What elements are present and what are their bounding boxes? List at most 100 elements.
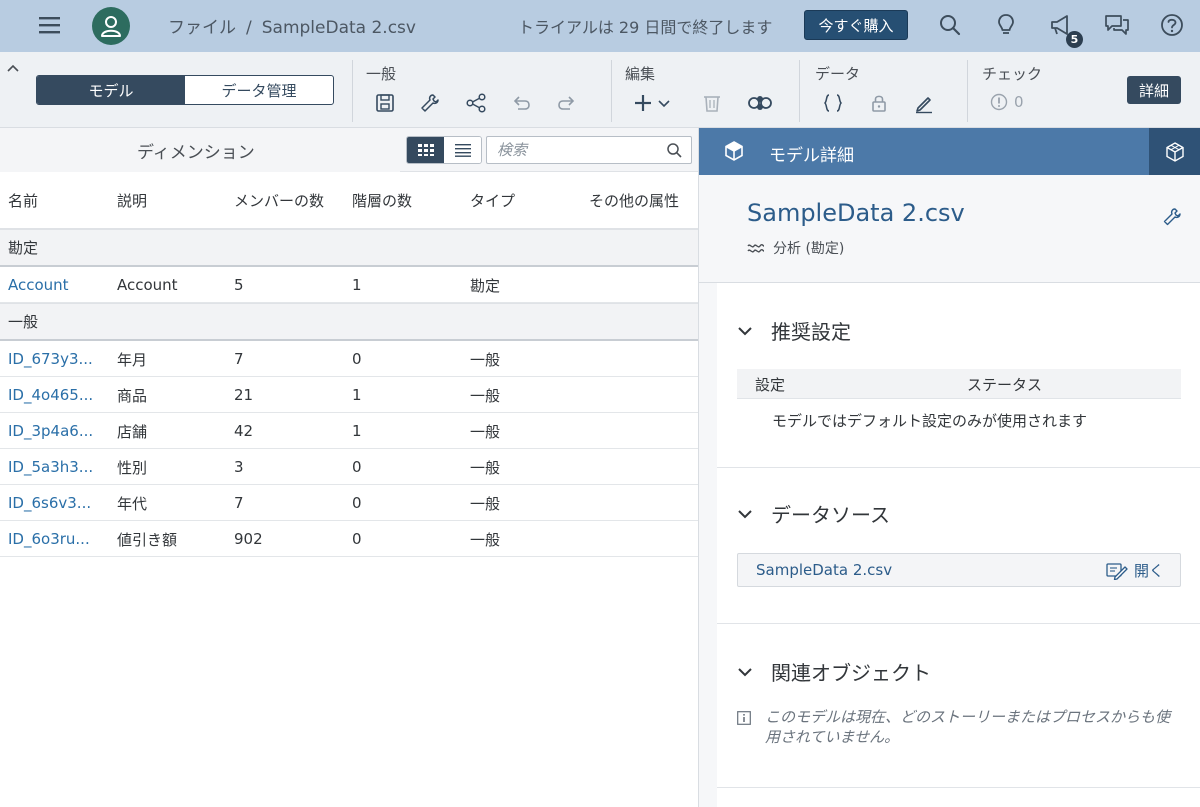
- chat-icon[interactable]: [1104, 12, 1130, 38]
- section-title: 関連オブジェクト: [771, 661, 931, 685]
- pencil-icon[interactable]: [913, 92, 935, 114]
- dimension-name-link[interactable]: ID_4o465...: [8, 377, 93, 413]
- help-icon[interactable]: [1159, 12, 1185, 38]
- dimension-description: 値引き額: [117, 530, 178, 549]
- table-row[interactable]: ID_673y3... 年月 7 0 一般: [0, 341, 698, 377]
- dimension-type: 一般: [470, 530, 501, 549]
- save-icon[interactable]: [374, 92, 396, 114]
- col-header-setting: 設定: [755, 376, 786, 394]
- dimension-type: 一般: [470, 458, 501, 477]
- dimension-type: 勘定: [470, 276, 501, 295]
- section-divider: [717, 467, 1200, 468]
- table-header: 名前 説明 メンバーの数 階層の数 タイプ その他の属性: [0, 172, 698, 229]
- trash-icon[interactable]: [701, 92, 723, 114]
- dimension-name-link[interactable]: ID_3p4a6...: [8, 413, 93, 449]
- search-icon[interactable]: [937, 12, 963, 38]
- wrench-icon[interactable]: [1162, 207, 1182, 227]
- breadcrumb-file: SampleData 2.csv: [261, 18, 416, 38]
- grid-view-button[interactable]: [407, 137, 444, 163]
- settings-table-header: 設定 ステータス: [737, 369, 1181, 399]
- menu-icon[interactable]: [38, 14, 62, 36]
- dimension-type: 一般: [470, 386, 501, 405]
- tab-data-management[interactable]: データ管理: [185, 76, 333, 104]
- dimension-description: Account: [117, 276, 178, 294]
- table-row[interactable]: Account Account 5 1 勘定: [0, 267, 698, 303]
- warning-circle-icon: [990, 93, 1008, 111]
- toolbar-divider: [799, 60, 800, 122]
- visualize-icon[interactable]: [746, 92, 774, 114]
- breadcrumb-root[interactable]: ファイル: [168, 18, 236, 38]
- member-count: 7: [234, 350, 244, 368]
- col-header-members[interactable]: メンバーの数: [234, 172, 334, 229]
- dimension-description: 年代: [117, 494, 148, 513]
- search-input[interactable]: [487, 137, 657, 163]
- details-button[interactable]: 詳細: [1127, 76, 1181, 104]
- section-related-objects[interactable]: 関連オブジェクト: [737, 657, 931, 686]
- breadcrumb: ファイル / SampleData 2.csv: [168, 13, 416, 38]
- share-icon[interactable]: [465, 92, 487, 114]
- lock-icon[interactable]: [868, 92, 890, 114]
- member-count: 21: [234, 386, 254, 404]
- buy-now-button[interactable]: 今すぐ購入: [804, 10, 908, 40]
- lightbulb-icon[interactable]: [993, 12, 1019, 38]
- dimension-name-link[interactable]: ID_6o3ru...: [8, 521, 90, 557]
- section-recommended-settings[interactable]: 推奨設定: [737, 316, 851, 345]
- col-header-levels[interactable]: 階層の数: [352, 172, 412, 229]
- toolbar-divider: [352, 60, 353, 122]
- dimension-name-link[interactable]: ID_6s6v3...: [8, 485, 91, 521]
- grid-view-icon: [417, 144, 434, 156]
- chevron-down-icon: [738, 667, 752, 676]
- check-warnings[interactable]: 0: [990, 93, 1024, 111]
- add-dropdown-icon[interactable]: [632, 92, 676, 114]
- redo-icon[interactable]: [556, 92, 578, 114]
- details-sections: 推奨設定 設定 ステータス モデルではデフォルト設定のみが使用されます データソ…: [717, 283, 1200, 807]
- level-count: 1: [352, 386, 362, 404]
- mode-switch: モデル データ管理: [36, 75, 334, 105]
- table-row[interactable]: ID_3p4a6... 店舗 42 1 一般: [0, 413, 698, 449]
- model-name: SampleData 2.csv: [747, 199, 965, 227]
- dimension-name-link[interactable]: ID_5a3h3...: [8, 449, 93, 485]
- list-view-button[interactable]: [444, 137, 481, 163]
- open-label: 開く: [1133, 562, 1164, 580]
- wrench-icon[interactable]: [419, 92, 441, 114]
- col-header-name[interactable]: 名前: [8, 172, 38, 229]
- breadcrumb-separator: /: [246, 18, 252, 38]
- col-header-description[interactable]: 説明: [117, 172, 147, 229]
- open-data-source-link[interactable]: 開く: [1106, 560, 1164, 581]
- model-details-title: モデル詳細: [769, 146, 854, 166]
- table-row[interactable]: ID_6s6v3... 年代 7 0 一般: [0, 485, 698, 521]
- user-avatar[interactable]: [92, 7, 130, 45]
- chevron-down-icon: [738, 326, 752, 335]
- search-icon[interactable]: [666, 142, 683, 159]
- table-row[interactable]: ID_6o3ru... 値引き額 902 0 一般: [0, 521, 698, 557]
- level-count: 0: [352, 458, 362, 476]
- col-header-type[interactable]: タイプ: [470, 172, 515, 229]
- tab-model[interactable]: モデル: [37, 76, 185, 104]
- model-details-tab-button[interactable]: [1149, 128, 1200, 175]
- section-data-source[interactable]: データソース: [737, 499, 890, 528]
- member-count: 902: [234, 530, 263, 548]
- notification-badge: 5: [1066, 31, 1083, 48]
- col-header-other-attributes[interactable]: その他の属性: [589, 172, 689, 229]
- table-row[interactable]: ID_4o465... 商品 21 1 一般: [0, 377, 698, 413]
- chevron-down-icon: [738, 509, 752, 518]
- table-row[interactable]: ID_5a3h3... 性別 3 0 一般: [0, 449, 698, 485]
- dimension-search: [486, 136, 692, 164]
- user-icon: [101, 16, 121, 37]
- formula-braces-icon[interactable]: [822, 92, 844, 114]
- dimension-description: 年月: [117, 350, 148, 369]
- undo-icon[interactable]: [510, 92, 532, 114]
- shell-bar: ファイル / SampleData 2.csv トライアルは 29 日間で終了します…: [0, 0, 1200, 52]
- dimension-name-link[interactable]: ID_673y3...: [8, 341, 93, 377]
- model-cube-icon: [725, 141, 743, 161]
- trial-notice: トライアルは 29 日間で終了します: [518, 18, 773, 37]
- collapse-chevron-icon[interactable]: [6, 62, 20, 74]
- section-divider: [717, 623, 1200, 624]
- data-source-file: SampleData 2.csv: [756, 561, 893, 579]
- dimension-description: 店舗: [117, 422, 148, 441]
- level-count: 0: [352, 530, 362, 548]
- dimension-name-link[interactable]: Account: [8, 267, 69, 303]
- section-title: 推奨設定: [771, 320, 851, 344]
- dimension-description: 商品: [117, 386, 148, 405]
- view-toggle: [406, 136, 482, 164]
